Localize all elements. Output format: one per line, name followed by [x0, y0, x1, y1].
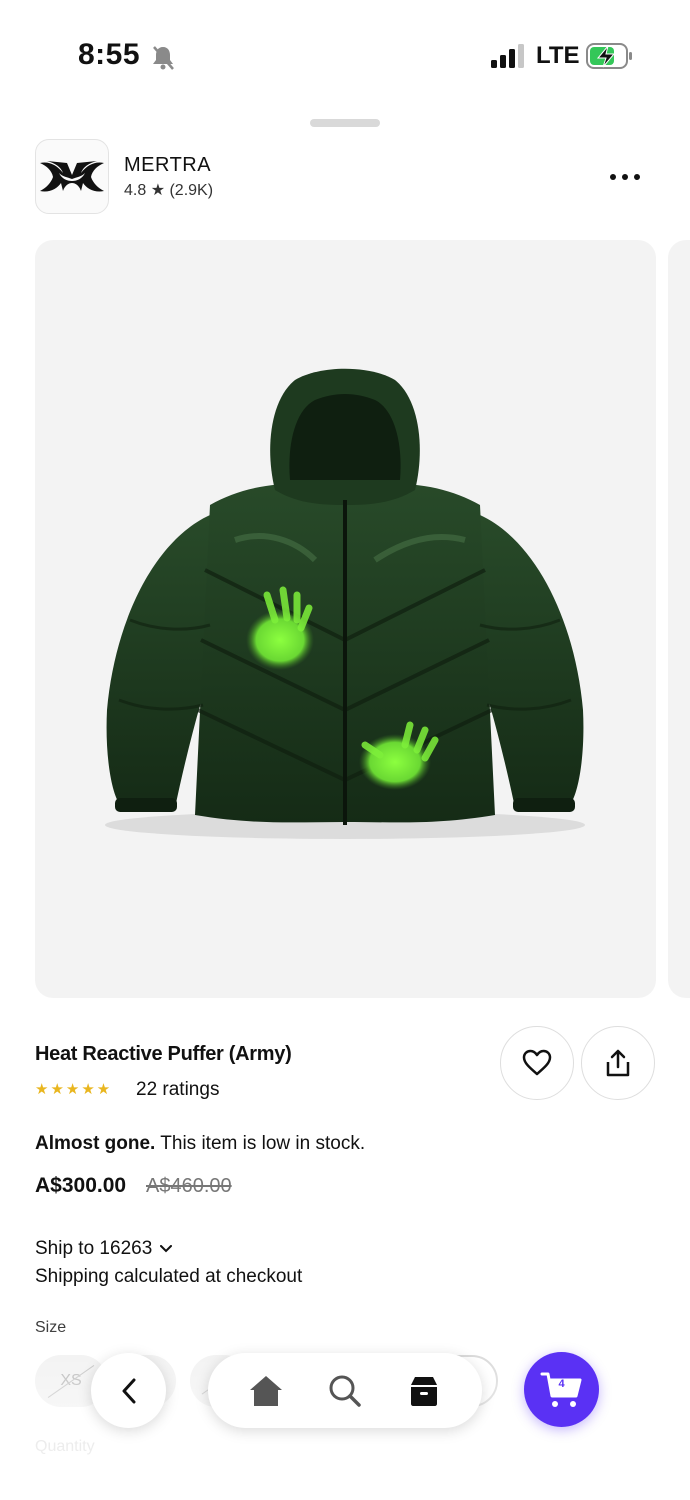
store-rating: 4.8 ★ (2.9K) [124, 182, 214, 199]
chevron-down-icon [160, 1245, 173, 1253]
quantity-label: Quantity [35, 1438, 95, 1455]
cart-count-badge: 4 [558, 1377, 565, 1390]
next-image-peek[interactable] [668, 240, 690, 998]
bottom-nav [208, 1353, 482, 1428]
sheet-grabber[interactable] [310, 119, 380, 127]
compare-price: A$460.00 [146, 1175, 232, 1197]
nav-search[interactable] [325, 1371, 365, 1411]
cart-icon-wrapper: 4 [540, 1370, 584, 1410]
home-icon [249, 1375, 282, 1406]
stock-status: Almost gone. This item is low in stock. [35, 1133, 365, 1155]
more-dot-icon [610, 174, 616, 180]
signal-icon [491, 44, 524, 68]
network-type: LTE [536, 42, 580, 69]
more-dot-icon [634, 174, 640, 180]
puffer-jacket-image [105, 368, 585, 839]
back-button[interactable] [91, 1353, 166, 1428]
more-options-button[interactable] [600, 160, 650, 194]
nav-orders[interactable] [404, 1371, 444, 1411]
store-logo[interactable] [35, 139, 109, 214]
sale-price: A$300.00 [35, 1174, 127, 1197]
ship-to-label: Ship to 16263 [35, 1238, 153, 1259]
shipping-note: Shipping calculated at checkout [35, 1266, 303, 1287]
more-dot-icon [622, 174, 628, 180]
size-label: Size [35, 1319, 67, 1336]
stock-status-bold: Almost gone. [35, 1133, 156, 1154]
back-chevron-icon [122, 1378, 135, 1403]
unavailable-strike [47, 1365, 95, 1398]
cart-button[interactable]: 4 [524, 1352, 599, 1427]
share-icon [606, 1049, 630, 1077]
rating-stars: ★★★★★ [35, 1081, 113, 1098]
ratings-count[interactable]: 22 ratings [136, 1079, 219, 1101]
mertra-logo-icon [40, 160, 104, 192]
status-bar: 8:55 LTE [0, 0, 690, 110]
stock-status-text: This item is low in stock. [155, 1133, 366, 1154]
battery-charging-icon [586, 43, 632, 69]
nav-home[interactable] [246, 1371, 286, 1411]
search-icon [329, 1375, 361, 1407]
orders-box-icon [411, 1376, 438, 1406]
product-image[interactable] [35, 240, 656, 998]
cart-icon [540, 1372, 581, 1407]
bell-slash-icon [153, 46, 174, 70]
store-name[interactable]: MERTRA [124, 154, 211, 177]
product-title: Heat Reactive Puffer (Army) [35, 1043, 292, 1065]
heart-icon [522, 1049, 552, 1076]
share-button[interactable] [581, 1026, 655, 1100]
favorite-button[interactable] [500, 1026, 574, 1100]
status-time: 8:55 [78, 38, 141, 71]
ship-to-selector[interactable]: Ship to 16263 [35, 1238, 173, 1260]
